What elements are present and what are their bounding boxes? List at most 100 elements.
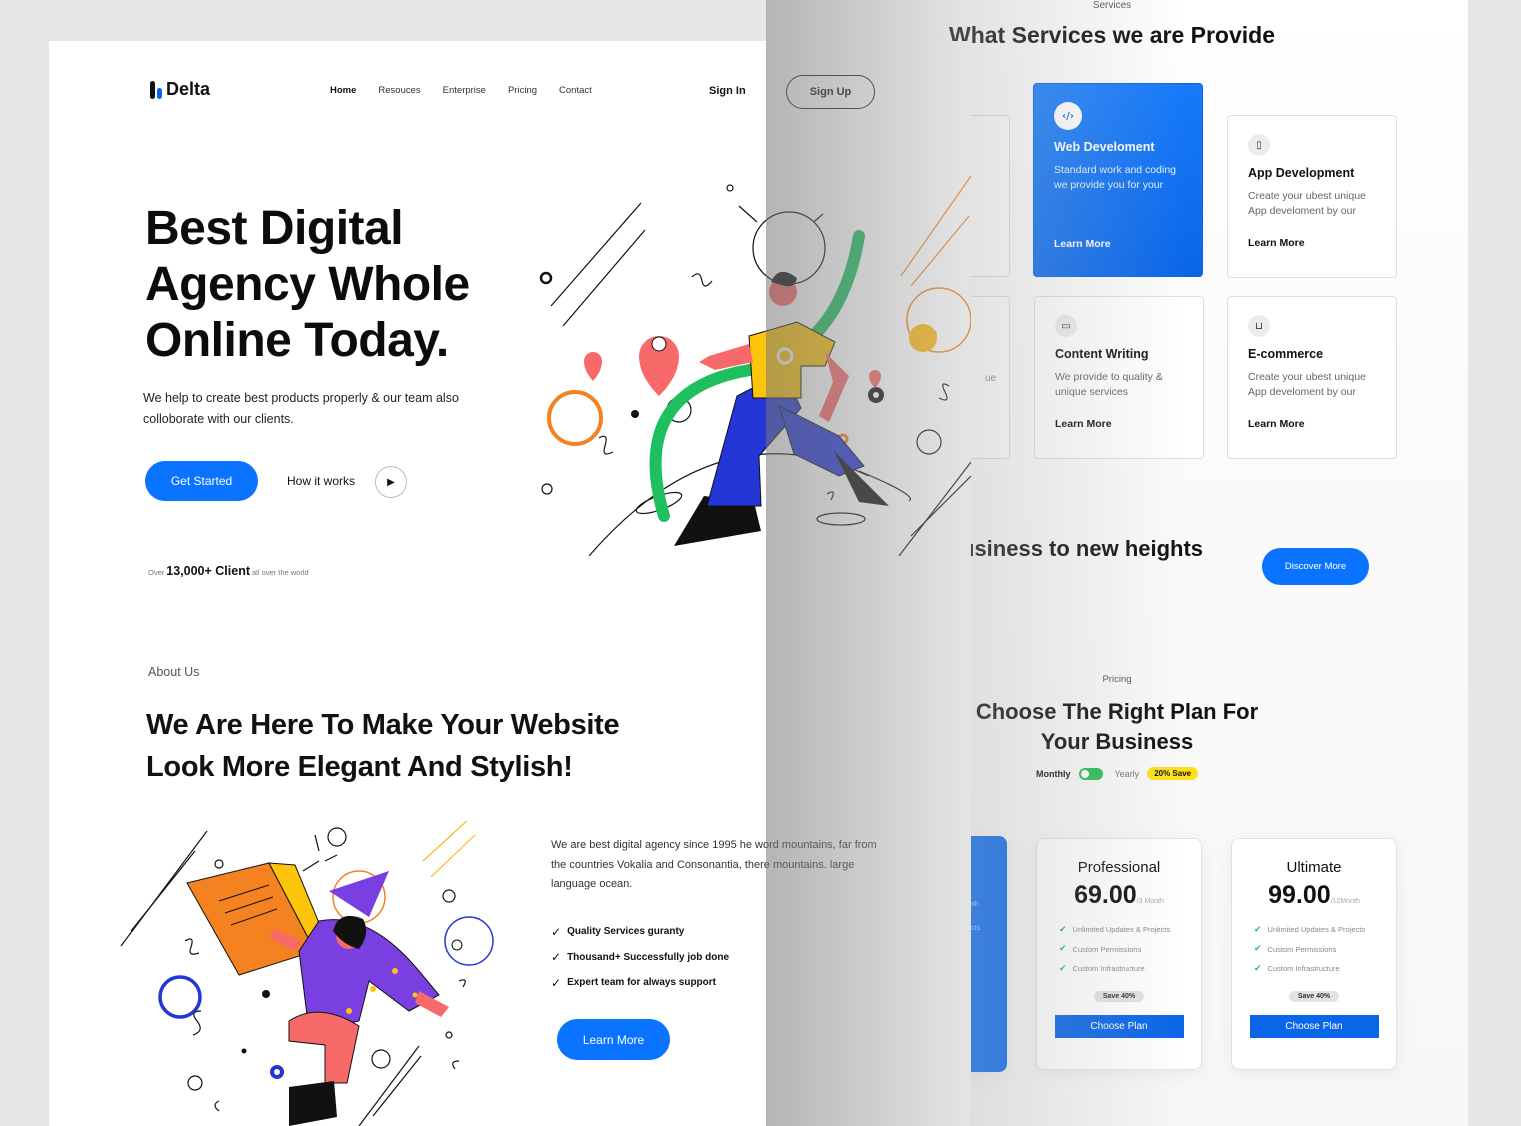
check-icon: ✔ [1254,963,1262,974]
monthly-label[interactable]: Monthly [1036,769,1071,779]
price-amount: 99.00 [1268,881,1331,909]
hero-title: Best Digital Agency Whole Online Today. [145,201,470,369]
check-icon: ✓ [551,924,562,939]
learn-more-link[interactable]: Learn More [1054,238,1182,250]
hero-title-line: Best Digital [145,202,404,255]
nav-item-home[interactable]: Home [330,85,356,96]
nav-item-resources[interactable]: Resouces [378,85,420,96]
banner-heading: usiness to new heights [961,536,1204,561]
feature-item: ✔ Unlimited Updates & Projects [1254,920,1396,940]
feature-item: ✔ Custom Infrastructure [1059,959,1201,979]
main-nav: Home Resouces Enterprise Pricing Contact [330,85,592,96]
choose-plan-button[interactable]: Choose Plan [1249,1014,1379,1038]
plan-name: Professional [1077,859,1161,876]
plan-features: ✔ Unlimited Updates & Projects ✔ Custom Pe… [1037,920,1201,979]
service-card-ecommerce[interactable]: ⊔ E-commerce Create your ubest unique Ap… [1227,296,1397,459]
check-icon: ✓ [551,975,562,990]
hero-subtitle: We help to create best products properly… [143,391,459,426]
service-name: Web Develoment [1054,140,1155,154]
about-point-label: Thousand+ Successfully job done [567,951,730,963]
check-icon: ✓ [551,950,562,965]
clients-post: all over the world [252,568,309,577]
learn-more-link[interactable]: Learn More [1248,237,1376,249]
plan-name: Ultimate [1286,859,1342,876]
logo-icon [150,80,162,99]
discover-more-button[interactable]: Discover More [1262,548,1369,585]
logo-text: Delta [166,79,211,99]
feature-item: ✔ Custom Permissions [1254,940,1396,960]
play-icon[interactable]: ▶ [375,466,407,498]
yearly-label[interactable]: Yearly [1115,769,1140,779]
service-card-content-writing[interactable]: ▭ Content Writing We provide to quality … [1034,296,1204,459]
price-period: /3 Month [1136,898,1164,905]
plan-save-badge: Save 40% [1093,990,1145,1002]
price-amount: 69.00 [1074,881,1137,909]
services-eyebrow: Services [1092,0,1132,11]
plan-price: 99.00/12Month [1232,881,1396,910]
plan-features: ✔ Unlimited Updates & Projects ✔ Custom Pe… [1232,920,1396,979]
feature-label: Custom Permissions [1072,944,1142,954]
mobile-icon: ▯ [1248,134,1270,156]
billing-toggle[interactable] [1078,767,1103,780]
check-icon: ✔ [1059,963,1067,974]
check-icon: ✔ [1254,924,1262,935]
astronaut-illustration [539,176,971,556]
video-icon: ▭ [1055,315,1077,337]
plan-card-professional[interactable]: Professional 69.00/3 Month ✔ Unlimited Up… [1036,838,1202,1070]
landing-page: Delta Home Resouces Enterprise Pricing C… [49,41,971,1126]
about-point-label: Expert team for always support [567,977,716,989]
feature-item: ✔ Custom Permissions [1059,940,1201,960]
service-desc: Standard work and coding we provide you … [1054,164,1176,191]
partial-text: ue [985,373,997,384]
plan-card-ultimate[interactable]: Ultimate 99.00/12Month ✔ Unlimited Update… [1231,838,1397,1070]
about-eyebrow: About Us [148,665,200,679]
billing-toggle-row: Monthly Yearly 20% Save [1036,767,1199,780]
choose-plan-button[interactable]: Choose Plan [1054,1014,1184,1038]
sign-in-link[interactable]: Sign In [709,85,746,97]
plan-save-badge: Save 40% [1288,990,1340,1002]
feature-label: Unlimited Updates & Projects [1072,925,1171,935]
wizard-reading-illustration [120,821,494,1126]
how-it-works-link[interactable]: How it works [287,474,355,488]
hero-title-line: Online Today. [145,314,449,367]
about-title: We Are Here To Make Your Website Look Mo… [146,704,666,788]
about-point: ✓ Expert team for always support [551,970,729,996]
service-desc: Create your ubest unique App develoment … [1248,190,1366,217]
feature-label: Custom Infrastructure [1267,964,1340,974]
feature-label: Custom Infrastructure [1072,964,1145,974]
feature-item: ✔ Custom Infrastructure [1254,959,1396,979]
clients-pre: Over [148,568,165,577]
client-count: Over 13,000+ Client all over the world [148,564,309,578]
learn-more-button[interactable]: Learn More [557,1019,670,1060]
logo[interactable]: Delta [150,79,210,100]
about-point: ✓ Quality Services guranty [551,919,729,945]
price-period: /12Month [1330,898,1360,905]
about-title-line: We Are Here To Make Your Website [146,709,620,741]
check-icon: ✔ [1254,944,1262,955]
code-icon: ‹/› [1054,102,1082,130]
about-points: ✓ Quality Services guranty ✓ Thousand+ Suc… [551,919,729,996]
service-desc: Create your ubest unique App develoment … [1248,371,1366,398]
about-title-line: Look More Elegant And Stylish! [146,751,573,783]
check-icon: ✔ [1059,944,1067,955]
service-name: Content Writing [1055,347,1149,361]
learn-more-link[interactable]: Learn More [1248,418,1376,430]
save-badge: 20% Save [1147,767,1199,780]
check-icon: ✔ [1059,924,1067,935]
get-started-button[interactable]: Get Started [145,461,258,501]
learn-more-link[interactable]: Learn More [1055,418,1183,430]
service-name: App Development [1248,166,1355,180]
nav-item-contact[interactable]: Contact [559,85,592,96]
feature-label: Unlimited Updates & Projects [1267,925,1366,935]
nav-item-enterprise[interactable]: Enterprise [443,85,486,96]
service-card-web-development[interactable]: ‹/› Web Develoment Standard work and cod… [1033,83,1203,277]
about-point-label: Quality Services guranty [567,926,685,938]
cart-icon: ⊔ [1248,315,1270,337]
service-card-app-development[interactable]: ▯ App Development Create your ubest uniq… [1227,115,1397,278]
clients-count: 13,000+ Client [166,564,250,578]
sign-up-button[interactable]: Sign Up [786,75,875,109]
hero-title-line: Agency Whole [145,258,470,311]
service-name: E-commerce [1248,347,1324,361]
nav-item-pricing[interactable]: Pricing [508,85,537,96]
plan-price: 69.00/3 Month [1037,881,1201,910]
